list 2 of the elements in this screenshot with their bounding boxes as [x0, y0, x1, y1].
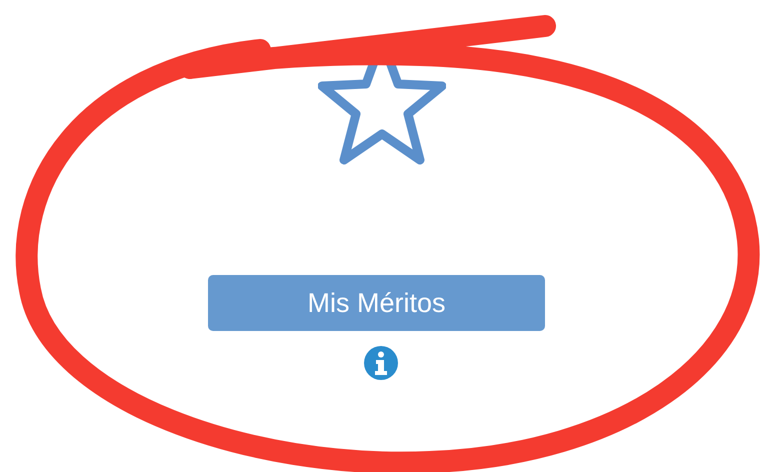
info-icon[interactable] — [362, 345, 398, 381]
my-merits-button[interactable]: Mis Méritos — [208, 275, 545, 331]
